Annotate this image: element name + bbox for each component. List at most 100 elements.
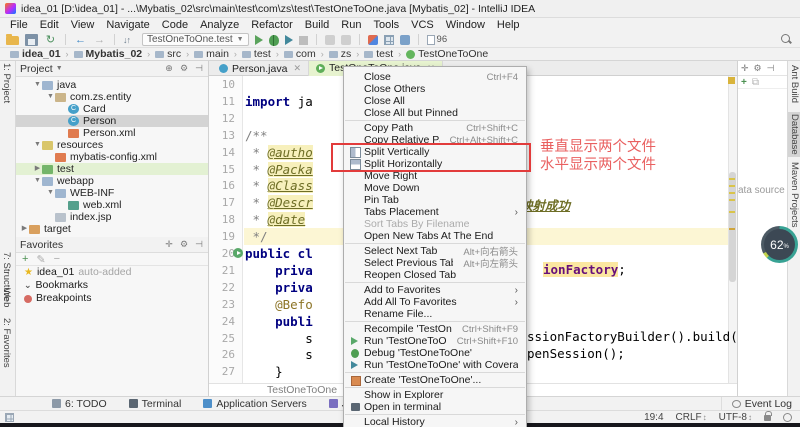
add-favorite-icon[interactable]: + bbox=[22, 253, 28, 265]
breadcrumb-mybatis-02[interactable]: Mybatis_02 bbox=[72, 48, 145, 60]
tool-button-6-todo[interactable]: 6: TODO bbox=[52, 398, 107, 410]
tab-person-java[interactable]: Person.java ✕ bbox=[212, 61, 309, 76]
menubar-item-edit[interactable]: Edit bbox=[34, 18, 65, 32]
menu-item-close[interactable]: CloseCtrl+F4 bbox=[344, 71, 526, 83]
menubar-item-code[interactable]: Code bbox=[156, 18, 194, 32]
menu-item-show-in-explorer[interactable]: Show in Explorer bbox=[344, 389, 526, 401]
hide-panel-icon[interactable]: ⊣ bbox=[767, 63, 775, 74]
tree-item-mybatis-config-xml[interactable]: mybatis-config.xml bbox=[16, 151, 208, 163]
tree-item-java[interactable]: ▼java bbox=[16, 79, 208, 91]
run-test-icon[interactable] bbox=[233, 248, 243, 258]
menu-item-run-testonetoone-with-coverage[interactable]: Run 'TestOneToOne' with Coverage bbox=[344, 359, 526, 371]
menu-item-close-all[interactable]: Close All bbox=[344, 95, 526, 107]
tree-item-web-inf[interactable]: ▼WEB-INF bbox=[16, 187, 208, 199]
menubar-item-refactor[interactable]: Refactor bbox=[245, 18, 299, 32]
hide-panel-icon[interactable]: ⊣ bbox=[194, 63, 204, 74]
menu-item-copy-path[interactable]: Copy PathCtrl+Shift+C bbox=[344, 122, 526, 134]
tree-item-resources[interactable]: ▼resources bbox=[16, 139, 208, 151]
menubar-item-tools[interactable]: Tools bbox=[367, 18, 405, 32]
breadcrumb-idea-01[interactable]: idea_01 bbox=[8, 48, 63, 60]
tree-item-com-zs-entity[interactable]: ▼com.zs.entity bbox=[16, 91, 208, 103]
close-icon[interactable]: ✕ bbox=[293, 63, 301, 74]
breadcrumb-com[interactable]: com bbox=[282, 48, 318, 60]
menu-item-add-to-favorites[interactable]: Add to Favorites› bbox=[344, 284, 526, 296]
tree-item-person-xml[interactable]: Person.xml bbox=[16, 127, 208, 139]
gear-icon[interactable]: ⚙ bbox=[754, 63, 762, 74]
scrollbar-thumb[interactable] bbox=[729, 172, 736, 282]
add-icon[interactable]: ✛ bbox=[164, 239, 174, 250]
locate-icon[interactable]: ⊕ bbox=[164, 63, 174, 74]
menubar-item-run[interactable]: Run bbox=[335, 18, 367, 32]
save-all-icon[interactable] bbox=[25, 34, 38, 46]
document-badge[interactable]: 96 bbox=[427, 34, 448, 45]
lock-icon[interactable] bbox=[764, 415, 771, 421]
gear-icon[interactable]: ⚙ bbox=[179, 63, 189, 74]
favorites-item-breakpoints[interactable]: Breakpoints bbox=[16, 292, 208, 305]
menu-item-run-testonetoone[interactable]: Run 'TestOneToOne'Ctrl+Shift+F10 bbox=[344, 335, 526, 347]
menubar-item-analyze[interactable]: Analyze bbox=[194, 18, 245, 32]
run-configuration-select[interactable]: TestOneToOne.test ▼ bbox=[142, 33, 249, 46]
menu-item-close-all-but-pinned[interactable]: Close All but Pinned bbox=[344, 107, 526, 119]
chevron-down-icon[interactable]: ▼ bbox=[56, 65, 63, 72]
tool-button-1-project[interactable]: 1: Project bbox=[1, 63, 12, 103]
inspection-profile-icon[interactable] bbox=[783, 413, 792, 422]
open-folder-icon[interactable] bbox=[6, 36, 19, 45]
menu-item-open-new-tabs-at-the-end[interactable]: Open New Tabs At The End bbox=[344, 230, 526, 242]
menu-item-open-in-terminal[interactable]: Open in terminal bbox=[344, 401, 526, 413]
favorites-item-idea-01[interactable]: ★idea_01auto-added bbox=[16, 266, 208, 279]
tool-icon[interactable] bbox=[341, 35, 351, 45]
chevron-down-icon[interactable]: ▼ bbox=[46, 91, 55, 103]
menubar-item-file[interactable]: File bbox=[4, 18, 34, 32]
menubar-item-view[interactable]: View bbox=[65, 18, 101, 32]
synchronize-icon[interactable]: ↻ bbox=[44, 34, 57, 46]
menu-item-debug-testonetoone[interactable]: Debug 'TestOneToOne' bbox=[344, 347, 526, 359]
menu-item-create-testonetoone[interactable]: Create 'TestOneToOne'... bbox=[344, 374, 526, 386]
breadcrumb-testonetoone[interactable]: TestOneToOne bbox=[404, 48, 490, 60]
run-icon[interactable] bbox=[255, 35, 263, 45]
add-icon[interactable]: ✛ bbox=[741, 63, 749, 74]
tool-button-ant-build[interactable]: Ant Build bbox=[788, 63, 800, 105]
chevron-right-icon[interactable]: ▶ bbox=[20, 223, 29, 235]
hide-panel-icon[interactable]: ⊣ bbox=[194, 239, 204, 250]
chevron-down-icon[interactable]: ▼ bbox=[33, 79, 42, 91]
tree-item-person[interactable]: Person bbox=[16, 115, 208, 127]
tool-icon[interactable] bbox=[325, 35, 335, 45]
menu-item-add-all-to-favorites[interactable]: Add All To Favorites› bbox=[344, 296, 526, 308]
add-data-source-icon[interactable]: + bbox=[741, 77, 747, 88]
gear-icon[interactable]: ⚙ bbox=[179, 239, 189, 250]
breadcrumb-src[interactable]: src bbox=[153, 48, 183, 60]
favorites-item-bookmarks[interactable]: ⌄Bookmarks bbox=[16, 279, 208, 292]
tool-button-database[interactable]: Database bbox=[788, 112, 800, 157]
grid-icon[interactable] bbox=[384, 35, 394, 45]
menubar-item-help[interactable]: Help bbox=[491, 18, 526, 32]
tool-button-2-favorites[interactable]: 2: Favorites bbox=[1, 318, 12, 368]
compare-icon[interactable]: ↓↑ bbox=[123, 34, 136, 46]
edit-icon[interactable] bbox=[368, 35, 378, 45]
menu-item-select-previous-tab[interactable]: Select Previous TabAlt+向左箭头 bbox=[344, 257, 526, 269]
chevron-right-icon[interactable]: ▶ bbox=[33, 163, 42, 175]
forward-icon[interactable]: → bbox=[93, 34, 106, 46]
menu-item-local-history[interactable]: Local History› bbox=[344, 416, 526, 427]
inspection-status-icon[interactable] bbox=[728, 77, 735, 84]
menubar-item-navigate[interactable]: Navigate bbox=[100, 18, 155, 32]
breadcrumb-zs[interactable]: zs bbox=[327, 48, 354, 60]
breadcrumb-main[interactable]: main bbox=[192, 48, 231, 60]
menu-item-rename-file[interactable]: Rename File... bbox=[344, 308, 526, 320]
chevron-down-icon[interactable]: ▼ bbox=[46, 187, 55, 199]
chevron-down-icon[interactable]: ▼ bbox=[33, 139, 42, 151]
menubar-item-window[interactable]: Window bbox=[440, 18, 491, 32]
tool-button-web[interactable]: Web bbox=[1, 288, 12, 307]
search-icon[interactable] bbox=[780, 33, 792, 45]
menu-item-close-others[interactable]: Close Others bbox=[344, 83, 526, 95]
tool-button-maven-projects[interactable]: Maven Projects bbox=[788, 160, 800, 229]
tree-item-test[interactable]: ▶test bbox=[16, 163, 208, 175]
tree-item-target[interactable]: ▶target bbox=[16, 223, 208, 235]
tree-item-card[interactable]: Card bbox=[16, 103, 208, 115]
menu-item-recompile-testonetoone-java[interactable]: Recompile 'TestOneToOne.java'Ctrl+Shift+… bbox=[344, 323, 526, 335]
breadcrumb-test[interactable]: test bbox=[240, 48, 273, 60]
back-icon[interactable]: ← bbox=[74, 34, 87, 46]
tree-item-webapp[interactable]: ▼webapp bbox=[16, 175, 208, 187]
menubar-item-vcs[interactable]: VCS bbox=[405, 18, 440, 32]
caret-position[interactable]: 19:4 bbox=[644, 412, 663, 423]
stop-icon[interactable] bbox=[299, 36, 308, 45]
